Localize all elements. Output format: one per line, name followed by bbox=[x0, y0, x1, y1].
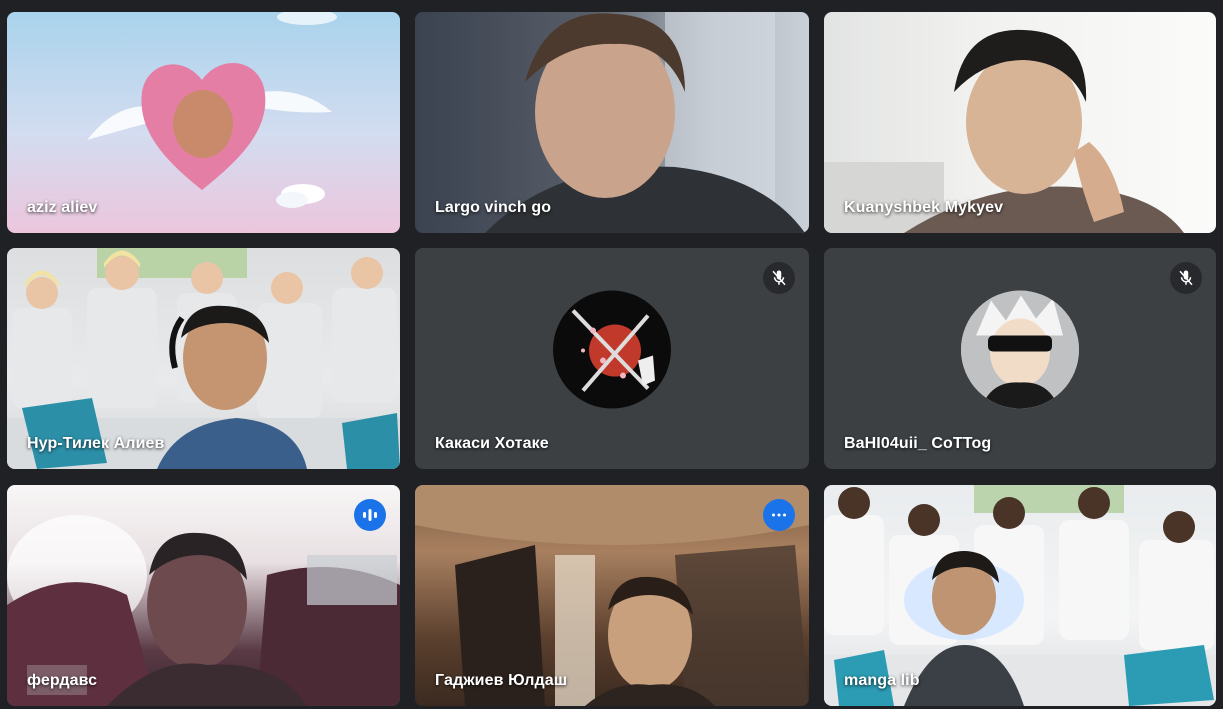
participant-name: BaHI04uii_ CoTTog bbox=[844, 435, 992, 452]
meeting-grid: aziz aliev Largo vinch go Kuanyshbek Myk… bbox=[0, 0, 1223, 709]
mic-off-badge bbox=[1170, 262, 1202, 294]
participant-tile[interactable]: Какаси Хотаке bbox=[415, 248, 809, 469]
participant-tile[interactable]: Нур-Тилек Алиев bbox=[7, 248, 400, 469]
avatar-image bbox=[571, 308, 655, 392]
participant-name: manga lib bbox=[844, 672, 920, 689]
participant-name: Largo vinch go bbox=[435, 199, 552, 216]
participant-tile[interactable]: Kuanyshbek Mykyev bbox=[824, 12, 1216, 233]
mic-off-badge bbox=[763, 262, 795, 294]
avatar bbox=[553, 290, 671, 409]
participant-tile[interactable]: aziz aliev bbox=[7, 12, 400, 233]
participant-tile[interactable]: фердавс bbox=[7, 485, 400, 706]
mic-off-icon bbox=[772, 270, 786, 286]
audio-level-badge bbox=[354, 499, 386, 531]
participant-name: Нур-Тилек Алиев bbox=[27, 435, 165, 452]
participant-tile[interactable]: Largo vinch go bbox=[415, 12, 809, 233]
participant-name: Гаджиев Юлдаш bbox=[435, 672, 568, 689]
avatar bbox=[961, 290, 1079, 409]
participant-tile[interactable]: Гаджиев Юлдаш bbox=[415, 485, 809, 706]
audio-level-icon bbox=[772, 513, 786, 517]
participant-tile[interactable]: BaHI04uii_ CoTTog bbox=[824, 248, 1216, 469]
participant-name: Какаси Хотаке bbox=[435, 435, 549, 452]
mic-off-icon bbox=[1179, 270, 1193, 286]
audio-level-icon bbox=[363, 509, 377, 521]
audio-level-badge bbox=[763, 499, 795, 531]
participant-name: фердавс bbox=[27, 672, 98, 689]
participant-name: aziz aliev bbox=[27, 199, 98, 216]
avatar-image bbox=[961, 290, 1079, 409]
participant-name: Kuanyshbek Mykyev bbox=[844, 199, 1004, 216]
participant-tile[interactable]: manga lib bbox=[824, 485, 1216, 706]
